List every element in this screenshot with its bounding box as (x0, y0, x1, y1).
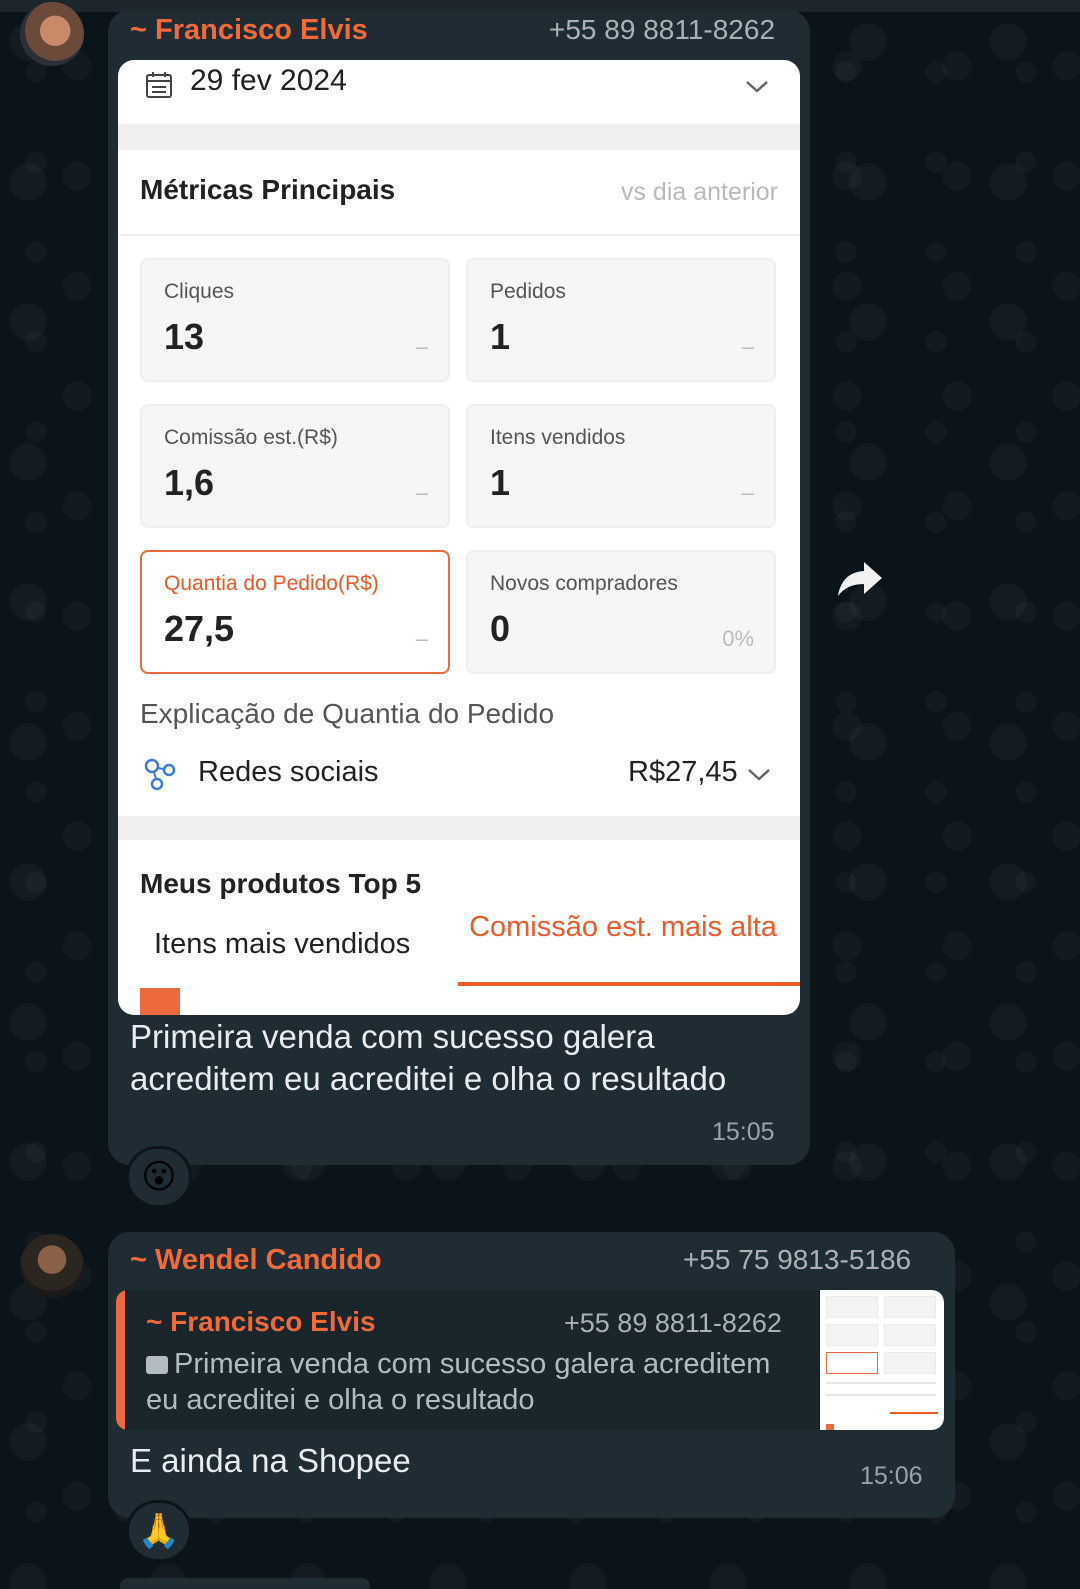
metric-value: 0 (490, 608, 511, 649)
message-time: 15:06 (860, 1462, 923, 1490)
rank-badge (140, 988, 180, 1015)
date-selector[interactable]: 29 fev 2024 (118, 60, 800, 126)
metric-value: 1 (490, 462, 511, 503)
tab-highest-commission[interactable]: Comissão est. mais alta (458, 910, 788, 944)
metric-label: Cliques (164, 280, 235, 303)
message-text: Primeira venda com sucesso galera acredi… (130, 1018, 727, 1097)
quote-accent-bar (116, 1290, 125, 1430)
quoted-text-row: Primeira venda com sucesso galera acredi… (146, 1346, 806, 1418)
quoted-image-thumbnail (820, 1290, 944, 1430)
quoted-message[interactable]: ~ Francisco Elvis +55 89 8811-8262 Prime… (116, 1290, 944, 1430)
metric-card-clicks[interactable]: Cliques 13 – (140, 258, 450, 382)
sender-name[interactable]: ~ Wendel Candido (130, 1244, 382, 1277)
sender-name[interactable]: ~ Francisco Elvis (130, 14, 368, 47)
tab-best-sellers[interactable]: Itens mais vendidos (154, 928, 410, 961)
next-message-bubble[interactable] (120, 1578, 370, 1589)
image-icon (146, 1356, 168, 1374)
comparison-label[interactable]: vs dia anterior (621, 178, 778, 207)
metric-label: Pedidos (490, 280, 566, 303)
channel-value: R$27,45 (628, 756, 738, 788)
metric-delta: – (415, 480, 428, 505)
metric-value: 13 (164, 316, 205, 357)
sender-phone: +55 75 9813-5186 (683, 1244, 912, 1275)
divider (118, 234, 800, 236)
quoted-sender-name: ~ Francisco Elvis (146, 1306, 376, 1337)
metric-value: 27,5 (164, 608, 235, 649)
section-divider (118, 124, 800, 150)
top-products-title: Meus produtos Top 5 (140, 868, 422, 899)
sender-phone: +55 89 8811-8262 (549, 14, 776, 45)
metric-delta: – (415, 334, 428, 359)
reaction-emoji: 😮 (141, 1158, 177, 1196)
metrics-title: Métricas Principais (140, 174, 396, 205)
section-divider (118, 816, 800, 840)
chevron-down-icon (746, 81, 768, 93)
metric-delta: – (741, 334, 754, 359)
metric-value: 1,6 (164, 462, 215, 503)
quoted-sender-phone: +55 89 8811-8262 (564, 1308, 782, 1338)
social-network-icon (144, 758, 176, 791)
metric-delta: – (741, 480, 754, 505)
metric-label: Itens vendidos (490, 426, 626, 449)
channel-label: Redes sociais (198, 756, 379, 788)
metric-card-new-buyers[interactable]: Novos compradores 0 0% (466, 550, 776, 674)
sender-avatar[interactable] (20, 2, 84, 66)
reaction-badge[interactable]: 🙏 (126, 1500, 192, 1562)
reaction-badge[interactable]: 😮 (126, 1146, 192, 1208)
message-time: 15:05 (712, 1118, 775, 1146)
message-text: E ainda na Shopee (130, 1442, 411, 1479)
chevron-down-icon[interactable] (746, 764, 772, 784)
sender-avatar[interactable] (20, 1234, 84, 1298)
metric-delta: – (415, 626, 428, 651)
explanation-title: Explicação de Quantia do Pedido (140, 698, 555, 729)
reaction-emoji: 🙏 (137, 1512, 181, 1550)
shared-screenshot[interactable]: 29 fev 2024 Métricas Principais vs dia a… (118, 60, 800, 1015)
metric-label: Quantia do Pedido(R$) (164, 572, 379, 595)
metric-delta: 0% (722, 626, 754, 651)
calendar-icon (146, 72, 172, 98)
quoted-text: Primeira venda com sucesso galera acredi… (146, 1348, 771, 1416)
forward-icon[interactable] (836, 558, 884, 598)
metric-label: Comissão est.(R$) (164, 426, 338, 449)
active-tab-indicator (458, 982, 800, 986)
metric-card-items-sold[interactable]: Itens vendidos 1 – (466, 404, 776, 528)
date-text: 29 fev 2024 (190, 64, 347, 97)
metric-card-commission[interactable]: Comissão est.(R$) 1,6 – (140, 404, 450, 528)
metric-card-order-amount[interactable]: Quantia do Pedido(R$) 27,5 – (140, 550, 450, 674)
metric-value: 1 (490, 316, 511, 357)
metric-card-orders[interactable]: Pedidos 1 – (466, 258, 776, 382)
metric-label: Novos compradores (490, 572, 678, 595)
